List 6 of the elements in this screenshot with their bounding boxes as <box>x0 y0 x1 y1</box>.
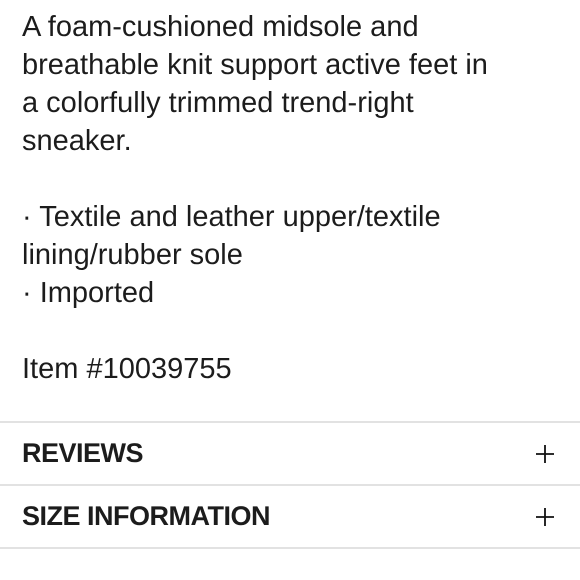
plus-icon <box>535 444 555 464</box>
feature-text: · Textile and leather upper/textile lining/rubber sole <box>22 201 441 271</box>
product-description: A foam-cushioned midsole and breathable knit support active feet in a colorfully trimmed trend-right sneaker. <box>22 10 489 159</box>
feature-text: · Imported <box>22 277 154 309</box>
plus-icon <box>535 506 555 526</box>
item-number: Item #10039755 <box>22 352 233 387</box>
